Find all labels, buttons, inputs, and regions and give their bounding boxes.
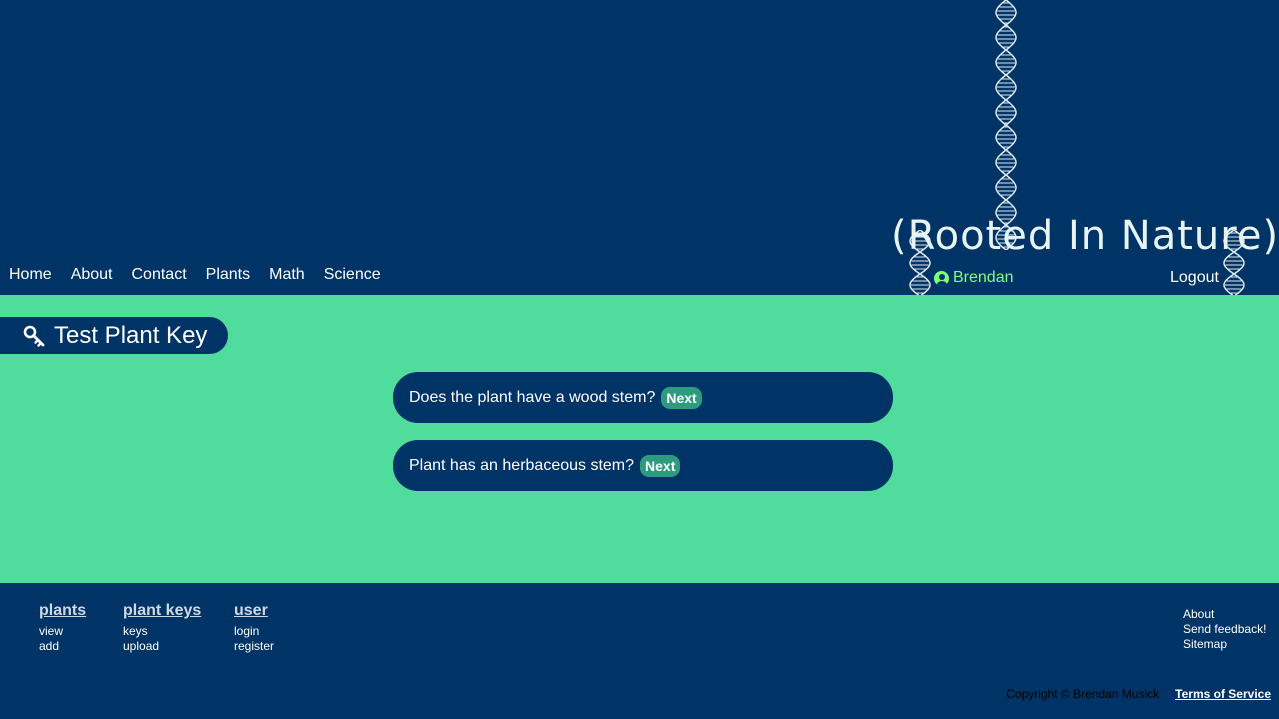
question-text: Does the plant have a wood stem?	[409, 388, 656, 406]
footer-column-user: user login register	[234, 602, 274, 654]
footer-link-login[interactable]: login	[234, 624, 274, 639]
main-content: Test Plant Key Does the plant have a woo…	[0, 295, 1279, 583]
user-profile-link[interactable]: Brendan	[934, 268, 1014, 288]
nav-plants[interactable]: Plants	[206, 265, 250, 285]
user-circle-icon	[934, 270, 949, 286]
nav-science[interactable]: Science	[324, 265, 381, 285]
main-nav: Home About Contact Plants Math Science	[9, 265, 400, 285]
footer-link-sitemap[interactable]: Sitemap	[1183, 637, 1266, 652]
footer-link-feedback[interactable]: Send feedback!	[1183, 622, 1266, 637]
logo-text: (Rooted In Nature)	[891, 213, 1279, 259]
user-name: Brendan	[953, 269, 1014, 286]
terms-of-service-link[interactable]: Terms of Service	[1175, 687, 1271, 701]
key-question-card: Plant has an herbaceous stem? Next	[393, 440, 893, 491]
nav-about[interactable]: About	[71, 265, 113, 285]
footer-link-register[interactable]: register	[234, 639, 274, 654]
footer-link-keys[interactable]: keys	[123, 624, 201, 639]
copyright-text: Copyright © Brendan Musick	[1006, 687, 1160, 701]
site-header: (Rooted In Nature)2 Home About Contact P…	[0, 0, 1279, 295]
page-title: Test Plant Key	[54, 321, 208, 349]
footer-link-view[interactable]: view	[39, 624, 86, 639]
next-button[interactable]: Next	[661, 386, 702, 409]
footer-right-links: About Send feedback! Sitemap	[1183, 607, 1266, 652]
key-question-card: Does the plant have a wood stem? Next	[393, 372, 893, 423]
key-icon	[23, 325, 45, 347]
next-button[interactable]: Next	[640, 454, 681, 477]
logout-link[interactable]: Logout	[1170, 268, 1219, 288]
nav-math[interactable]: Math	[269, 265, 305, 285]
copyright-separator: --	[1163, 687, 1172, 701]
site-footer: plants view add plant keys keys upload u…	[0, 583, 1279, 719]
page-title-banner: Test Plant Key	[0, 317, 228, 354]
footer-column-plants: plants view add	[39, 602, 86, 654]
footer-heading-user[interactable]: user	[234, 602, 274, 620]
footer-link-add[interactable]: add	[39, 639, 86, 654]
nav-home[interactable]: Home	[9, 265, 52, 285]
question-text: Plant has an herbaceous stem?	[409, 456, 635, 474]
footer-column-plant-keys: plant keys keys upload	[123, 602, 201, 654]
footer-link-about[interactable]: About	[1183, 607, 1266, 622]
site-logo[interactable]: (Rooted In Nature)2	[891, 210, 1279, 267]
footer-heading-plants[interactable]: plants	[39, 602, 86, 620]
copyright-line: Copyright © Brendan Musick -- Terms of Ser…	[1006, 687, 1271, 702]
nav-contact[interactable]: Contact	[132, 265, 187, 285]
footer-heading-plant-keys[interactable]: plant keys	[123, 602, 201, 620]
footer-link-upload[interactable]: upload	[123, 639, 201, 654]
